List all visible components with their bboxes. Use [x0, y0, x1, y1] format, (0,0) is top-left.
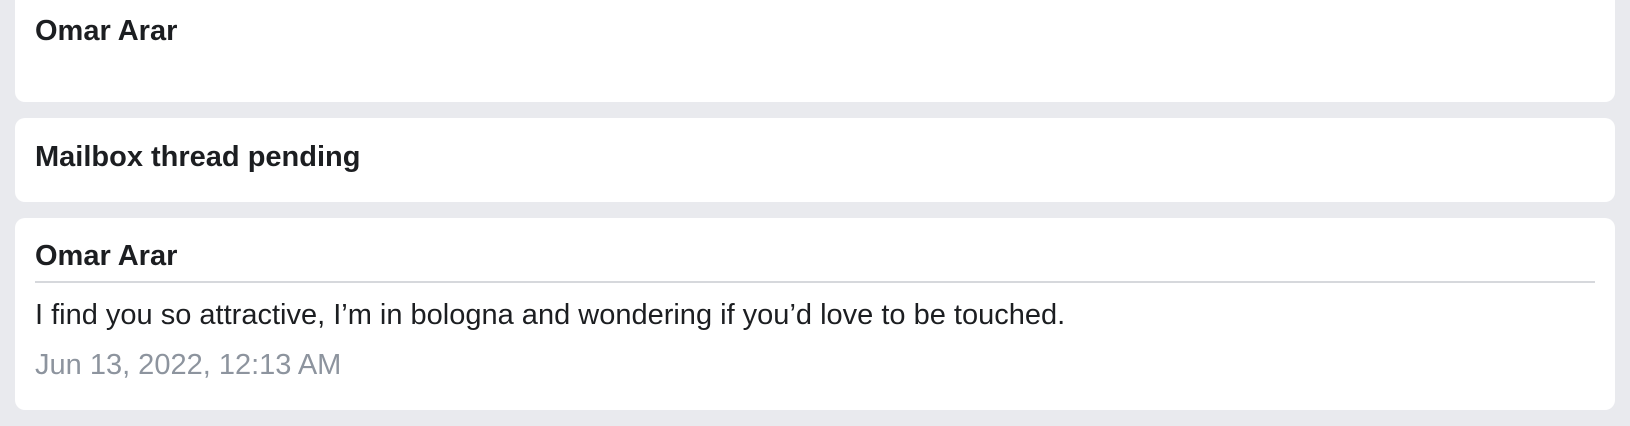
message-timestamp: Jun 13, 2022, 12:13 AM [35, 349, 342, 381]
sender-header-card: Omar Arar [15, 0, 1615, 102]
message-card: Omar Arar I find you so attractive, I’m … [15, 218, 1615, 410]
thread-status-card: Mailbox thread pending [15, 118, 1615, 202]
message-text: I find you so attractive, I’m in bologna… [35, 299, 1066, 331]
sender-name: Omar Arar [35, 15, 178, 47]
message-divider [35, 281, 1595, 283]
message-sender-name: Omar Arar [35, 240, 178, 272]
thread-status-title: Mailbox thread pending [35, 141, 361, 173]
